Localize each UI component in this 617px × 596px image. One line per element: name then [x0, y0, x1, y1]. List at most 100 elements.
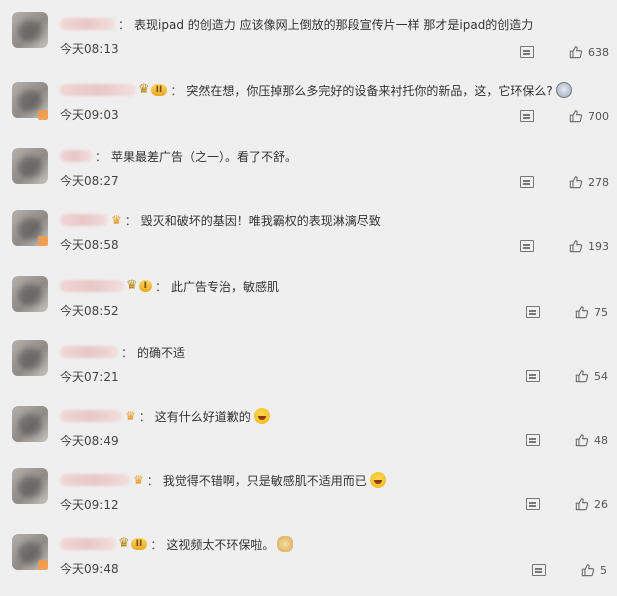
comment-icon[interactable]: [520, 46, 534, 58]
colon-separator: ：: [155, 279, 168, 294]
comment-item: ： 的确不适 今天07:21 54: [0, 338, 617, 404]
thumbs-up-icon: [569, 46, 583, 59]
thumbs-up-icon: [581, 564, 595, 577]
laughing-emoji-icon: [369, 472, 386, 488]
vip-badge[interactable]: ♛ II: [118, 536, 148, 552]
colon-separator: ：: [146, 473, 159, 488]
vip-level: II: [130, 538, 148, 550]
crown-icon[interactable]: ♛: [111, 213, 122, 227]
doge-emoji-icon: [277, 536, 294, 552]
comment-icon[interactable]: [520, 110, 534, 122]
thumbs-up-icon: [569, 110, 583, 123]
crown-icon[interactable]: ♛: [125, 409, 136, 423]
emoji-icon: [555, 82, 572, 98]
verified-badge: [38, 236, 48, 246]
comment-text: 突然在想，你压掉那么多完好的设备来衬托你的新品，这，它环保么?: [186, 83, 553, 98]
like-count: 5: [600, 563, 607, 577]
like-count: 278: [588, 175, 609, 189]
comment-text: 我觉得不错啊，只是敏感肌不适用而已: [162, 473, 367, 488]
username[interactable]: [60, 538, 116, 550]
colon-separator: ：: [138, 409, 151, 424]
username[interactable]: [60, 280, 124, 292]
colon-separator: ：: [118, 17, 131, 32]
like-button[interactable]: 5: [581, 562, 607, 578]
username[interactable]: [60, 214, 108, 226]
comment-item: ♛ ： 毁灭和破坏的基因！唯我霸权的表现淋漓尽致 今天08:58 193: [0, 206, 617, 272]
comment-text: 苹果最差广告（之一）。看了不舒。: [111, 149, 298, 164]
comment-text: 这有什么好道歉的: [154, 409, 251, 424]
comment-text: 这视频太不环保啦。: [166, 537, 275, 552]
comment-time: 今天08:58: [60, 238, 119, 252]
colon-separator: ：: [124, 213, 137, 228]
comment-text: 表现ipad 的创造力 应该像网上倒放的那段宣传片一样 那才是ipad的创造力: [134, 17, 534, 32]
comment-item: ♛ I ： 此广告专治，敏感肌 今天08:52 75: [0, 272, 617, 338]
like-button[interactable]: 278: [569, 174, 609, 190]
thumbs-up-icon: [575, 370, 589, 383]
comment-item: ♛ II ： 这视频太不环保啦。 今天09:48 5: [0, 530, 617, 596]
comment-time: 今天08:27: [60, 174, 119, 188]
comment-list: ： 表现ipad 的创造力 应该像网上倒放的那段宣传片一样 那才是ipad的创造…: [0, 0, 617, 588]
comment-time: 今天09:12: [60, 498, 119, 512]
crown-icon: ♛: [126, 278, 138, 293]
username[interactable]: [60, 410, 122, 422]
comment-icon[interactable]: [526, 434, 540, 446]
verified-badge: [38, 560, 48, 570]
username[interactable]: [60, 346, 118, 358]
username[interactable]: [60, 84, 136, 96]
like-count: 700: [588, 109, 609, 123]
like-button[interactable]: 48: [575, 432, 608, 448]
username[interactable]: [60, 474, 130, 486]
comment-time: 今天09:03: [60, 108, 119, 122]
like-button[interactable]: 700: [569, 108, 609, 124]
verified-badge: [38, 110, 48, 120]
username[interactable]: [60, 18, 115, 30]
thumbs-up-icon: [575, 306, 589, 319]
like-count: 48: [594, 433, 608, 447]
crown-icon[interactable]: ♛: [133, 473, 144, 487]
comment-time: 今天08:52: [60, 304, 119, 318]
like-count: 26: [594, 497, 608, 511]
thumbs-up-icon: [575, 498, 589, 511]
comment-icon[interactable]: [532, 564, 546, 576]
like-button[interactable]: 75: [575, 304, 608, 320]
like-count: 75: [594, 305, 608, 319]
thumbs-up-icon: [569, 240, 583, 253]
avatar[interactable]: [12, 340, 48, 376]
thumbs-up-icon: [575, 434, 589, 447]
avatar[interactable]: [12, 148, 48, 184]
like-button[interactable]: 54: [575, 368, 608, 384]
comment-icon[interactable]: [526, 498, 540, 510]
crown-icon: ♛: [118, 536, 130, 551]
comment-item: ♛ II ： 突然在想，你压掉那么多完好的设备来衬托你的新品，这，它环保么? 今…: [0, 76, 617, 142]
comment-time: 今天09:48: [60, 562, 119, 576]
comment-text: 毁灭和破坏的基因！唯我霸权的表现淋漓尽致: [140, 213, 381, 228]
comment-icon[interactable]: [526, 306, 540, 318]
comment-item: ♛ ： 我觉得不错啊，只是敏感肌不适用而已 今天09:12 26: [0, 466, 617, 532]
comment-time: 今天08:13: [60, 42, 119, 56]
colon-separator: ：: [121, 345, 134, 360]
avatar[interactable]: [12, 468, 48, 504]
vip-badge[interactable]: ♛ I: [126, 278, 153, 294]
vip-badge[interactable]: ♛ II: [138, 82, 168, 98]
username[interactable]: [60, 150, 92, 162]
comment-text: 的确不适: [137, 345, 186, 360]
avatar[interactable]: [12, 406, 48, 442]
like-button[interactable]: 638: [569, 44, 609, 60]
comment-icon[interactable]: [526, 370, 540, 382]
comment-time: 今天07:21: [60, 370, 119, 384]
comment-icon[interactable]: [520, 240, 534, 252]
like-button[interactable]: 193: [569, 238, 609, 254]
vip-level: I: [138, 280, 153, 292]
comment-text: 此广告专治，敏感肌: [171, 279, 280, 294]
comment-icon[interactable]: [520, 176, 534, 188]
like-count: 638: [588, 45, 609, 59]
comment-item: ♛ ： 这有什么好道歉的 今天08:49 48: [0, 402, 617, 468]
avatar[interactable]: [12, 12, 48, 48]
like-count: 193: [588, 239, 609, 253]
avatar[interactable]: [12, 276, 48, 312]
thumbs-up-icon: [569, 176, 583, 189]
comment-item: ： 苹果最差广告（之一）。看了不舒。 今天08:27 278: [0, 142, 617, 208]
colon-separator: ：: [95, 149, 108, 164]
colon-separator: ：: [170, 83, 183, 98]
like-button[interactable]: 26: [575, 496, 608, 512]
